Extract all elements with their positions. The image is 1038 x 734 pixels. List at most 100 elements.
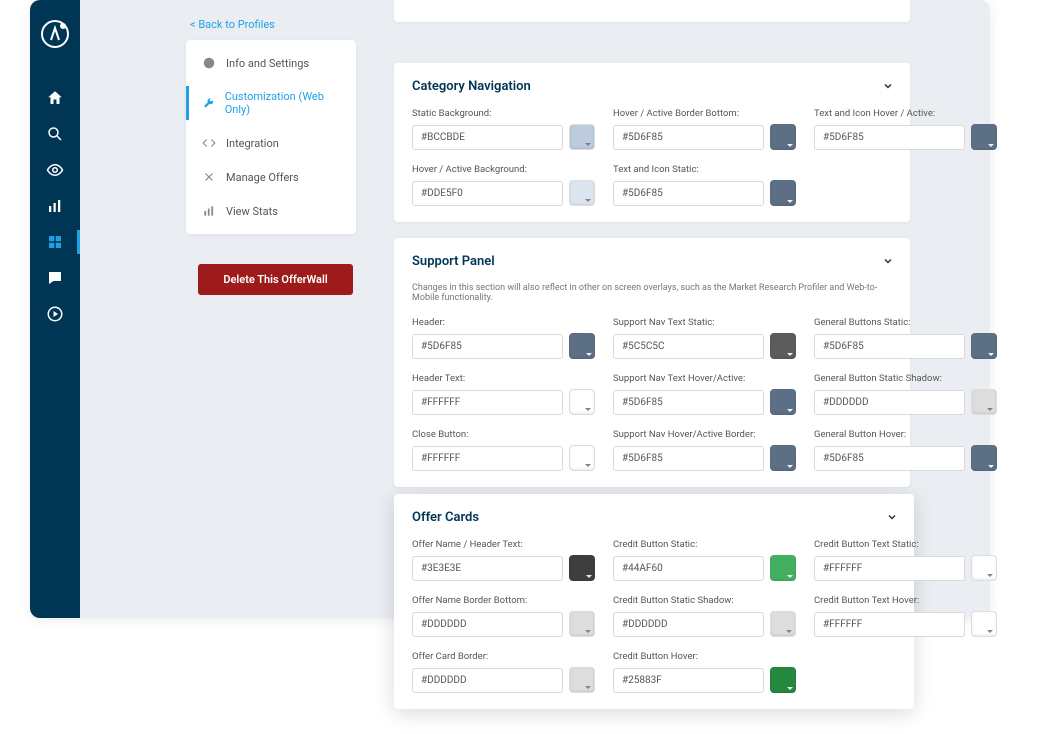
color-swatch[interactable] — [971, 611, 997, 637]
menu-customization[interactable]: Customization (Web Only) — [186, 80, 356, 126]
color-input[interactable] — [613, 390, 764, 415]
color-input[interactable] — [412, 668, 563, 693]
color-swatch[interactable] — [971, 333, 997, 359]
color-swatch[interactable] — [569, 611, 595, 637]
nav-chart[interactable] — [30, 188, 80, 224]
menu-view-stats[interactable]: View Stats — [186, 194, 356, 228]
nav-eye[interactable] — [30, 152, 80, 188]
color-input[interactable] — [412, 181, 563, 206]
color-swatch[interactable] — [770, 389, 796, 415]
chevron-down-icon[interactable] — [886, 508, 898, 527]
sidebar — [30, 0, 80, 618]
field-label: General Button Static Shadow: — [814, 373, 997, 384]
color-input[interactable] — [613, 446, 764, 471]
field-label: Text and Icon Hover / Active: — [814, 108, 997, 119]
color-input[interactable] — [613, 181, 764, 206]
category-navigation-panel: Category Navigation Static Background:Ho… — [394, 63, 910, 222]
menu-manage-offers[interactable]: Manage Offers — [186, 160, 356, 194]
color-swatch[interactable] — [770, 445, 796, 471]
color-field: Support Nav Text Static: — [613, 317, 796, 359]
color-swatch[interactable] — [971, 389, 997, 415]
field-label: Hover / Active Border Bottom: — [613, 108, 796, 119]
color-swatch[interactable] — [971, 445, 997, 471]
nav-play[interactable] — [30, 296, 80, 332]
app-logo — [39, 18, 71, 50]
color-field: Support Nav Text Hover/Active: — [613, 373, 796, 415]
color-input[interactable] — [814, 556, 965, 581]
field-label: Hover / Active Background: — [412, 164, 595, 175]
field-label: Credit Button Text Static: — [814, 539, 997, 550]
color-swatch[interactable] — [569, 445, 595, 471]
color-input[interactable] — [412, 390, 563, 415]
color-swatch[interactable] — [569, 180, 595, 206]
color-input[interactable] — [814, 390, 965, 415]
menu-label: Integration — [226, 137, 279, 150]
color-swatch[interactable] — [770, 611, 796, 637]
color-field: Offer Name Border Bottom: — [412, 595, 595, 637]
color-field: Static Background: — [412, 108, 595, 150]
color-swatch[interactable] — [569, 124, 595, 150]
back-to-profiles-link[interactable]: < Back to Profiles — [190, 18, 275, 31]
color-swatch[interactable] — [569, 333, 595, 359]
color-input[interactable] — [613, 612, 764, 637]
panel-stub-top — [394, 0, 910, 22]
menu-label: Info and Settings — [226, 57, 309, 70]
color-input[interactable] — [412, 612, 563, 637]
color-field: Hover / Active Border Bottom: — [613, 108, 796, 150]
color-swatch[interactable] — [770, 555, 796, 581]
field-label: Close Button: — [412, 429, 595, 440]
color-field: Credit Button Hover: — [613, 651, 796, 693]
color-swatch[interactable] — [971, 555, 997, 581]
menu-label: Manage Offers — [226, 171, 299, 184]
field-label: Credit Button Hover: — [613, 651, 796, 662]
color-input[interactable] — [412, 125, 563, 150]
field-label: Static Background: — [412, 108, 595, 119]
color-input[interactable] — [814, 125, 965, 150]
color-input[interactable] — [412, 334, 563, 359]
menu-label: View Stats — [226, 205, 278, 218]
color-swatch[interactable] — [770, 124, 796, 150]
menu-integration[interactable]: Integration — [186, 126, 356, 160]
color-input[interactable] — [814, 334, 965, 359]
nav-home[interactable] — [30, 80, 80, 116]
nav-grid[interactable] — [30, 224, 80, 260]
color-input[interactable] — [613, 334, 764, 359]
color-input[interactable] — [814, 446, 965, 471]
field-label: Support Nav Text Hover/Active: — [613, 373, 796, 384]
color-swatch[interactable] — [770, 333, 796, 359]
color-input[interactable] — [613, 556, 764, 581]
menu-info-settings[interactable]: Info and Settings — [186, 46, 356, 80]
color-swatch[interactable] — [569, 667, 595, 693]
profile-menu: Info and Settings Customization (Web Onl… — [186, 40, 356, 234]
field-label: Offer Name Border Bottom: — [412, 595, 595, 606]
color-input[interactable] — [613, 668, 764, 693]
field-label: Header Text: — [412, 373, 595, 384]
color-input[interactable] — [814, 612, 965, 637]
color-input[interactable] — [412, 446, 563, 471]
color-input[interactable] — [613, 125, 764, 150]
color-swatch[interactable] — [770, 667, 796, 693]
color-swatch[interactable] — [569, 389, 595, 415]
fields-grid: Offer Name / Header Text:Credit Button S… — [412, 539, 896, 693]
color-input[interactable] — [412, 556, 563, 581]
delete-offerwall-button[interactable]: Delete This OfferWall — [198, 264, 353, 295]
color-field: Text and Icon Hover / Active: — [814, 108, 997, 150]
tools-icon — [202, 170, 216, 184]
field-label: Header: — [412, 317, 595, 328]
color-swatch[interactable] — [770, 180, 796, 206]
color-field: Header: — [412, 317, 595, 359]
chevron-down-icon[interactable] — [882, 77, 894, 96]
color-field: Text and Icon Static: — [613, 164, 796, 206]
color-field: General Buttons Static: — [814, 317, 997, 359]
color-field: General Button Static Shadow: — [814, 373, 997, 415]
field-label: General Buttons Static: — [814, 317, 997, 328]
field-label: Offer Card Border: — [412, 651, 595, 662]
field-label: Text and Icon Static: — [613, 164, 796, 175]
color-swatch[interactable] — [971, 124, 997, 150]
color-swatch[interactable] — [569, 555, 595, 581]
color-field: Credit Button Static Shadow: — [613, 595, 796, 637]
color-field: Support Nav Hover/Active Border: — [613, 429, 796, 471]
chevron-down-icon[interactable] — [882, 252, 894, 271]
nav-chat[interactable] — [30, 260, 80, 296]
nav-search[interactable] — [30, 116, 80, 152]
